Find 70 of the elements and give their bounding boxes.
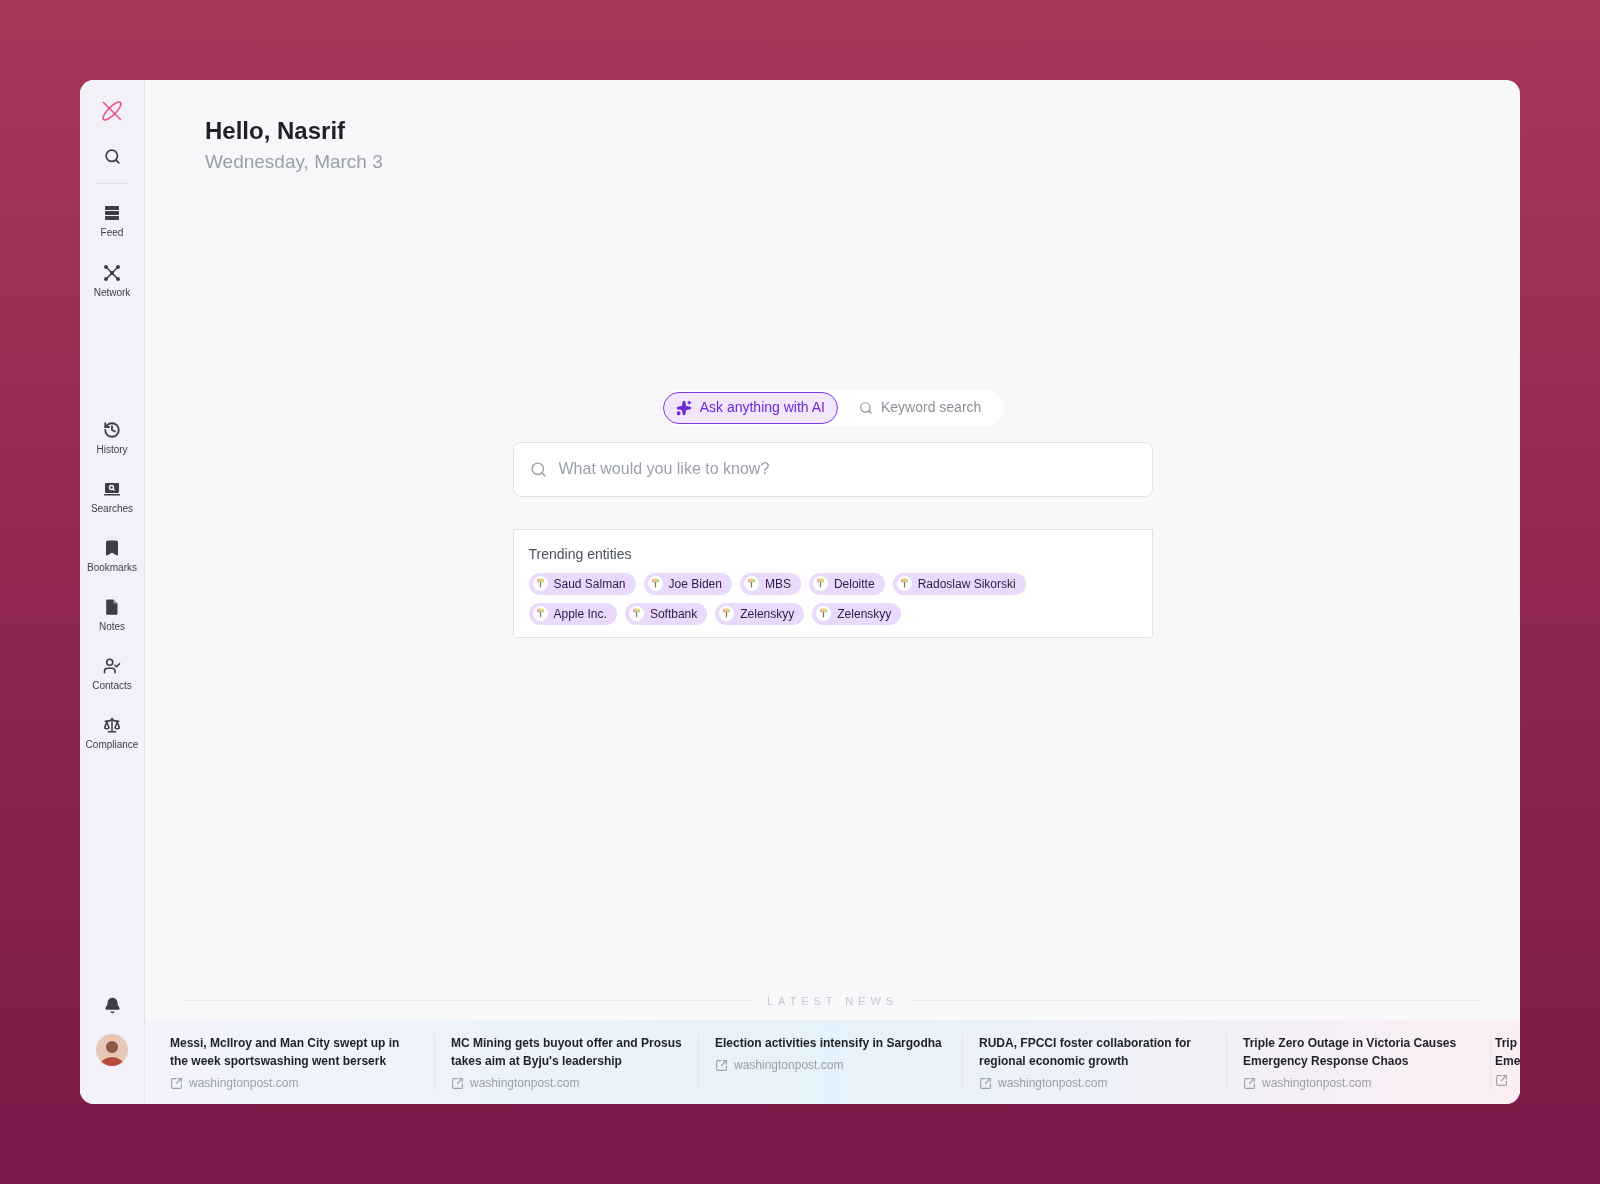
entity-chip[interactable]: MBS xyxy=(739,572,801,595)
external-link-icon xyxy=(1495,1074,1508,1087)
entity-chip[interactable]: Apple Inc. xyxy=(528,602,617,625)
sidebar-item[interactable]: Searches xyxy=(81,476,143,518)
sidebar-item[interactable]: History xyxy=(81,417,143,459)
tree-icon xyxy=(816,606,832,621)
news-item[interactable]: MC Mining gets buyout offer and Prosus takes aim at Byju's leadership washingtonpost.com xyxy=(434,1034,698,1092)
news-source: washingtonpost.com xyxy=(1262,1075,1372,1092)
avatar[interactable] xyxy=(96,1034,128,1066)
search-mode-tab[interactable]: Ask anything with AI xyxy=(662,391,838,424)
network-icon xyxy=(103,264,121,282)
entity-chip[interactable]: Zelenskyy xyxy=(812,602,902,625)
external-link-icon xyxy=(451,1076,464,1090)
bell-icon xyxy=(103,997,121,1014)
bookmark-icon xyxy=(103,539,121,557)
sidebar-item[interactable]: Compliance xyxy=(81,712,143,754)
news-item[interactable]: Messi, McIlroy and Man City swept up in the week sportswashing went berserk washingtonpost.com xyxy=(170,1034,434,1092)
date-text: Wednesday, March 3 xyxy=(205,150,384,174)
sidebar-item[interactable]: Feed xyxy=(81,200,143,242)
search-icon xyxy=(103,148,121,165)
tree-icon xyxy=(743,576,759,591)
search-input[interactable]: What would you like to know? xyxy=(558,457,1136,481)
sidebar-item[interactable]: Contacts xyxy=(81,653,143,695)
scale-icon xyxy=(103,716,121,734)
history-icon xyxy=(103,421,121,439)
tree-icon xyxy=(896,576,912,591)
external-link-icon xyxy=(715,1058,728,1072)
news-title: Election activities intensify in Sargodha xyxy=(715,1035,943,1052)
laptop-search-icon xyxy=(103,480,121,498)
entity-chip[interactable]: Saud Salman xyxy=(528,572,636,595)
external-link-icon xyxy=(170,1076,183,1090)
news-title: MC Mining gets buyout offer and Prosus takes aim at Byju's leadership xyxy=(451,1035,682,1070)
user-check-icon xyxy=(103,657,121,675)
tree-icon xyxy=(628,606,644,621)
sidebar-item[interactable]: Bookmarks xyxy=(81,535,143,577)
search-field[interactable]: What would you like to know? xyxy=(512,441,1153,497)
news-item[interactable]: Triple Zero Outage in Victoria Causes Emergency Response Chaos washingtonpost.com xyxy=(1226,1034,1490,1092)
tree-icon xyxy=(812,576,828,591)
external-link-icon xyxy=(1243,1076,1256,1090)
news-source: washingtonpost.com xyxy=(998,1075,1108,1092)
search-icon xyxy=(529,460,547,478)
news-source: washingtonpost.com xyxy=(734,1057,844,1074)
entity-chip[interactable]: Joe Biden xyxy=(643,572,732,595)
feed-icon xyxy=(103,204,121,222)
entity-chip[interactable]: Softbank xyxy=(624,602,708,625)
tree-icon xyxy=(532,606,548,621)
entity-chip[interactable]: Radoslaw Sikorski xyxy=(892,572,1026,595)
tree-icon xyxy=(532,576,548,591)
document-icon xyxy=(103,598,121,616)
news-item[interactable]: Trip Eme xyxy=(1490,1034,1520,1092)
news-title: RUDA, FPCCI foster collaboration for regional economic growth xyxy=(979,1035,1192,1070)
entity-chip[interactable]: Deloitte xyxy=(808,572,885,595)
news-item[interactable]: RUDA, FPCCI foster collaboration for regional economic growth washingtonpost.com xyxy=(962,1034,1226,1092)
entity-chip[interactable]: Zelenskyy xyxy=(715,602,805,625)
logo-icon xyxy=(101,100,123,122)
sidebar-item[interactable]: Notes xyxy=(81,594,143,636)
search-icon xyxy=(858,400,873,415)
tree-icon xyxy=(647,576,663,591)
tree-icon xyxy=(719,606,735,621)
news-title: Messi, McIlroy and Man City swept up in the week sportswashing went berserk xyxy=(170,1035,401,1070)
greeting-title: Hello, Nasrif xyxy=(205,116,347,146)
news-title: Triple Zero Outage in Victoria Causes Emergency Response Chaos xyxy=(1243,1035,1458,1070)
trending-title: Trending entities xyxy=(528,544,633,564)
news-title: Trip Eme xyxy=(1495,1035,1520,1070)
news-source: washingtonpost.com xyxy=(189,1075,299,1092)
external-link-icon xyxy=(979,1076,992,1090)
news-source: washingtonpost.com xyxy=(470,1075,580,1092)
news-item[interactable]: Election activities intensify in Sargodha washingtonpost.com xyxy=(698,1034,962,1092)
sidebar-item[interactable]: Network xyxy=(81,260,143,302)
sparkles-icon xyxy=(675,399,692,416)
